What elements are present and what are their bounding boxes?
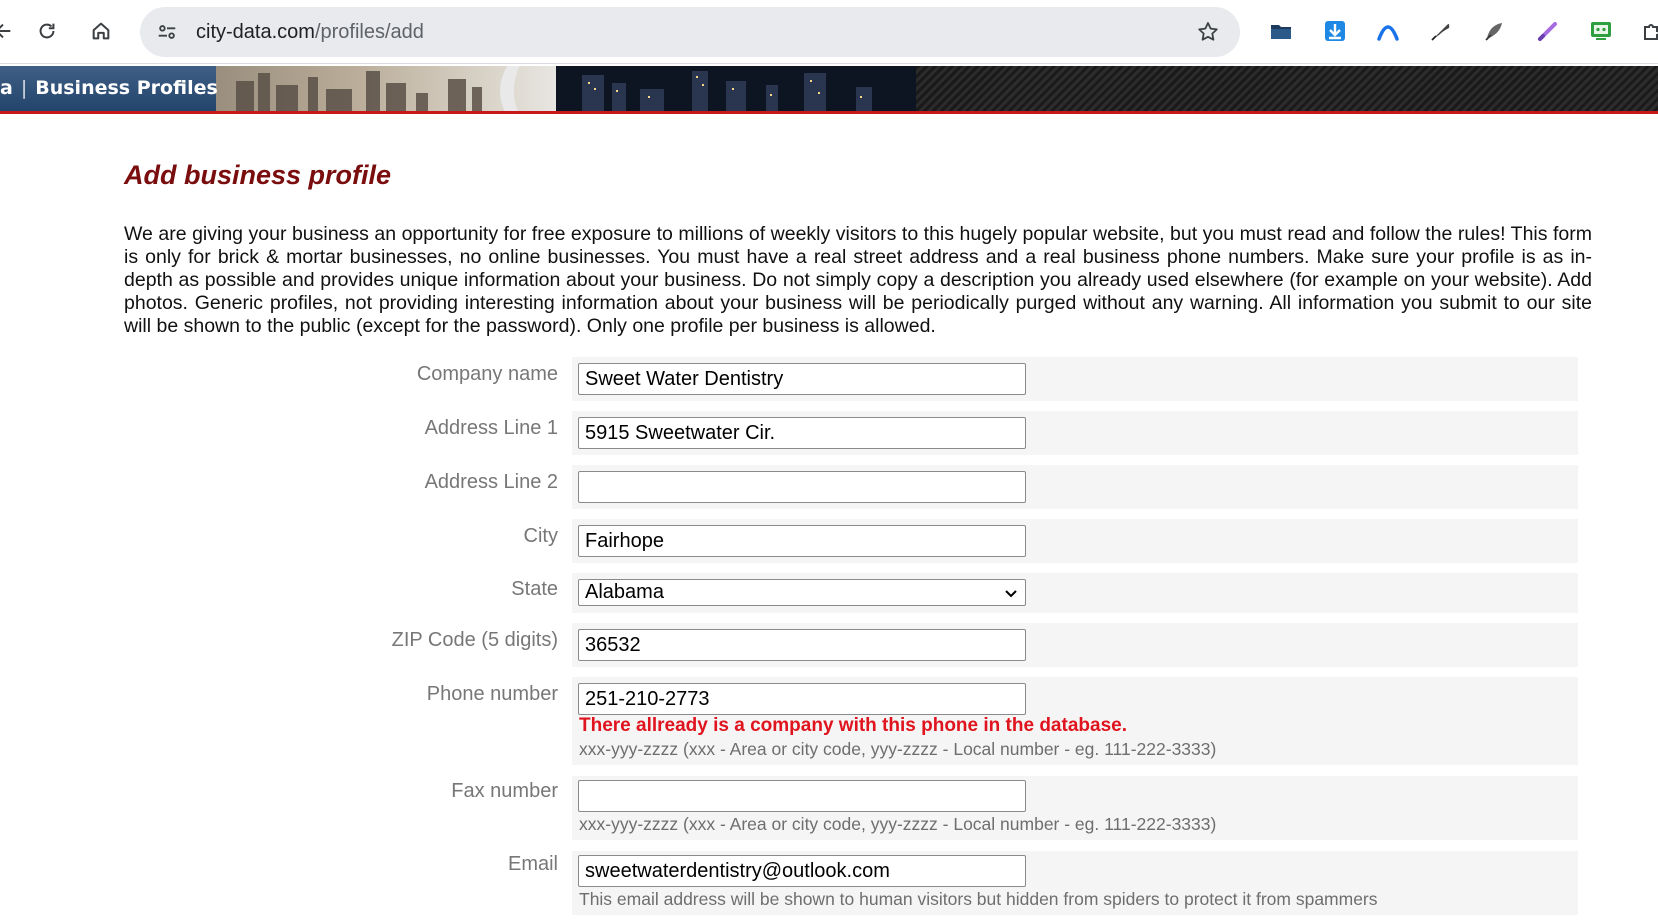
fax-format-hint: xxx-yyy-zzzz (xxx - Area or city code, y… — [579, 814, 1217, 834]
address-line2-input[interactable] — [578, 471, 1026, 503]
state-selected-value: Alabama — [585, 581, 664, 603]
city-label: City — [523, 525, 558, 547]
banner-accent-bar — [0, 111, 1658, 114]
fax-input[interactable] — [578, 780, 1026, 812]
email-input[interactable] — [578, 855, 1026, 887]
back-icon[interactable] — [0, 14, 20, 48]
fax-label: Fax number — [451, 780, 558, 802]
site-info-icon[interactable] — [154, 19, 180, 45]
folder-icon[interactable] — [1268, 18, 1294, 44]
phone-error-message: There allready is a company with this ph… — [579, 715, 1127, 736]
banner-label[interactable]: a | Business Profiles — [0, 66, 218, 111]
bookmark-star-icon[interactable] — [1196, 20, 1220, 44]
address-line2-label: Address Line 2 — [424, 471, 558, 493]
quill-icon[interactable] — [1481, 18, 1507, 44]
company-name-input[interactable] — [578, 363, 1026, 395]
chevron-down-icon — [1005, 589, 1017, 597]
banner-separator: | — [20, 77, 28, 99]
download-arrow-icon[interactable] — [1322, 18, 1348, 44]
phone-input[interactable] — [578, 683, 1026, 715]
puzzle-icon[interactable] — [1640, 18, 1658, 44]
url-path: /profiles/add — [314, 21, 424, 43]
zip-label: ZIP Code (5 digits) — [391, 629, 558, 651]
page-header: Add business profile — [124, 160, 1594, 191]
browser-toolbar: city-data.com/profiles/add — [0, 0, 1658, 64]
phone-label: Phone number — [426, 683, 558, 705]
email-visibility-hint: This email address will be shown to huma… — [579, 889, 1378, 909]
site-banner: a | Business Profiles — [0, 66, 1658, 114]
skyline-night-image — [556, 66, 916, 111]
url-domain: city-data.com — [196, 21, 315, 43]
address-line1-label: Address Line 1 — [424, 417, 558, 439]
email-label: Email — [507, 853, 558, 875]
address-bar[interactable]: city-data.com/profiles/add — [140, 7, 1240, 57]
feather-pen-icon[interactable] — [1428, 18, 1454, 44]
page-title: Add business profile — [124, 160, 392, 190]
company-name-label: Company name — [416, 363, 558, 385]
address-line1-input[interactable] — [578, 417, 1026, 449]
intro-paragraph: We are giving your business an opportuni… — [124, 223, 1592, 337]
url-text[interactable]: city-data.com/profiles/add — [196, 7, 424, 57]
banner-prefix: a — [0, 77, 13, 99]
city-input[interactable] — [578, 525, 1026, 557]
reload-icon[interactable] — [30, 14, 64, 48]
purple-pen-icon[interactable] — [1535, 18, 1561, 44]
green-screen-icon[interactable] — [1588, 18, 1614, 44]
banner-title: Business Profiles — [35, 77, 218, 99]
state-select[interactable]: Alabama — [578, 579, 1026, 606]
home-icon[interactable] — [84, 14, 118, 48]
arc-icon[interactable] — [1375, 18, 1401, 44]
phone-format-hint: xxx-yyy-zzzz (xxx - Area or city code, y… — [579, 739, 1217, 759]
state-label: State — [511, 578, 558, 600]
zip-input[interactable] — [578, 629, 1026, 661]
